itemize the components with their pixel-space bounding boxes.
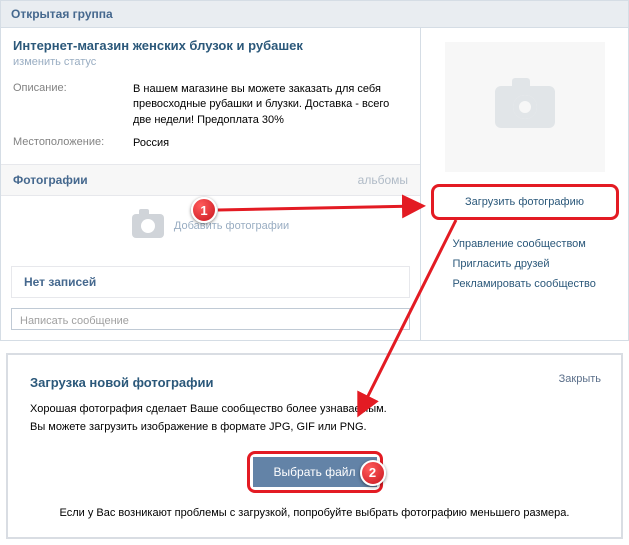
- group-photo-placeholder: [445, 42, 605, 172]
- group-title: Интернет-магазин женских блузок и рубаше…: [1, 28, 420, 56]
- right-column: Загрузить фотографию Управление сообщест…: [421, 28, 628, 340]
- modal-text-1: Хорошая фотография сделает Ваше сообщест…: [30, 400, 599, 419]
- sidebar-link-manage[interactable]: Управление сообществом: [453, 234, 613, 254]
- modal-close-link[interactable]: Закрыть: [559, 373, 601, 385]
- description-value: В нашем магазине вы можете заказать для …: [133, 82, 408, 128]
- main-row: Интернет-магазин женских блузок и рубаше…: [0, 28, 629, 341]
- annotation-badge-2: 2: [360, 460, 386, 486]
- add-photos-label: Добавить фотографии: [174, 220, 289, 232]
- camera-icon: [495, 86, 555, 128]
- albums-link[interactable]: альбомы: [358, 173, 408, 187]
- modal-title: Загрузка новой фотографии: [30, 375, 599, 390]
- description-label: Описание:: [13, 82, 133, 128]
- camera-icon: [132, 214, 164, 238]
- page-root: Открытая группа Интернет-магазин женских…: [0, 0, 629, 539]
- sidebar-links: Управление сообществом Пригласить друзей…: [453, 234, 613, 294]
- upload-modal: Загрузка новой фотографии Закрыть Хороша…: [6, 353, 623, 539]
- no-posts-header: Нет записей: [11, 266, 410, 298]
- change-status-link[interactable]: изменить статус: [1, 56, 420, 78]
- header-bar: Открытая группа: [0, 0, 629, 28]
- modal-text-2: Вы можете загрузить изображение в формат…: [30, 418, 599, 437]
- sidebar-link-advertise[interactable]: Рекламировать сообщество: [453, 274, 613, 294]
- modal-footer-text: Если у Вас возникают проблемы с загрузко…: [30, 507, 599, 519]
- upload-photo-button[interactable]: Загрузить фотографию: [437, 190, 613, 214]
- write-message-input[interactable]: Написать сообщение: [11, 308, 410, 330]
- upload-photo-highlight: Загрузить фотографию: [431, 184, 619, 220]
- file-button-highlight: Выбрать файл 2: [247, 451, 383, 493]
- header-title: Открытая группа: [11, 7, 113, 21]
- location-label: Местоположение:: [13, 136, 133, 151]
- info-location: Местоположение: Россия: [1, 132, 420, 155]
- left-column: Интернет-магазин женских блузок и рубаше…: [1, 28, 421, 340]
- choose-file-button[interactable]: Выбрать файл: [253, 457, 377, 487]
- no-posts-title: Нет записей: [24, 275, 96, 289]
- sidebar-link-invite[interactable]: Пригласить друзей: [453, 254, 613, 274]
- photos-title: Фотографии: [13, 173, 88, 187]
- annotation-badge-1: 1: [191, 197, 217, 223]
- location-value: Россия: [133, 136, 408, 151]
- info-description: Описание: В нашем магазине вы можете зак…: [1, 78, 420, 132]
- photos-section-header: Фотографии альбомы: [1, 164, 420, 196]
